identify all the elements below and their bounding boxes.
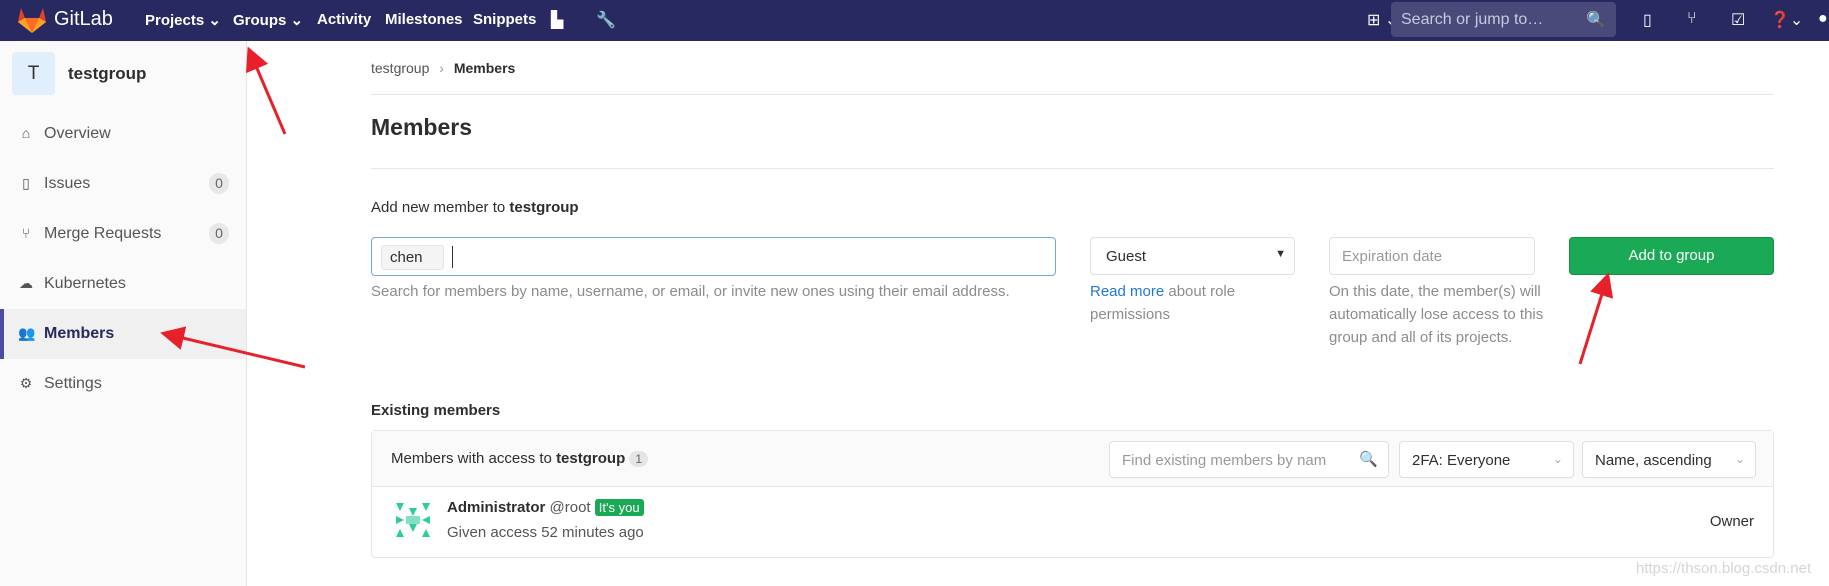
arrow-to-add-button bbox=[1578, 272, 1614, 365]
annotation-arrows bbox=[160, 46, 1614, 369]
arrow-to-groups bbox=[246, 46, 287, 135]
arrow-to-members bbox=[160, 326, 306, 369]
